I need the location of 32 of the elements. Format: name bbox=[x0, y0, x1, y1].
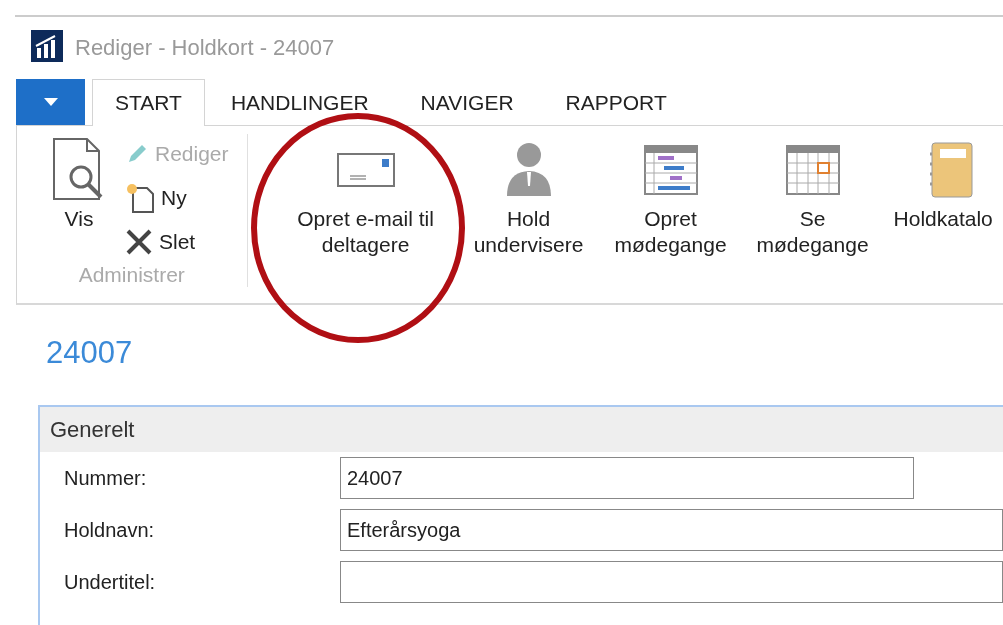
ribbon-button[interactable]: Hold undervisere bbox=[463, 134, 594, 287]
input-field[interactable]: 24007 bbox=[340, 457, 914, 499]
envelope-icon bbox=[335, 150, 396, 190]
page-heading: 24007 bbox=[46, 335, 134, 372]
ribbon-tab[interactable]: RAPPORT bbox=[539, 79, 693, 125]
ribbon-button[interactable]: Se mødegange bbox=[747, 134, 878, 287]
ribbon-button[interactable]: Ny bbox=[125, 178, 229, 218]
ribbon-button[interactable]: Slet bbox=[125, 222, 229, 262]
gantt-chart-icon bbox=[643, 145, 698, 195]
section-header[interactable]: Generelt bbox=[40, 407, 1003, 452]
field-label: Undertitel: bbox=[64, 570, 157, 594]
ribbon-button[interactable]: Holdkatalo bbox=[877, 134, 1003, 287]
input-field[interactable]: Efterårsyoga bbox=[340, 509, 1003, 551]
group-label: Administrer bbox=[77, 263, 186, 287]
ribbon-button[interactable]: Opret e-mail til deltagere bbox=[267, 134, 464, 287]
ribbon-tab[interactable]: START bbox=[92, 79, 205, 126]
notebook-icon bbox=[927, 142, 974, 198]
app-logo-icon bbox=[31, 30, 63, 62]
section-title: Generelt bbox=[50, 416, 135, 443]
ribbon-tab[interactable]: NAVIGER bbox=[394, 79, 540, 125]
ribbon-tab[interactable]: HANDLINGER bbox=[204, 79, 395, 125]
person-icon bbox=[504, 142, 553, 198]
calendar-icon bbox=[785, 145, 840, 195]
window-title: Rediger - Holdkort - 24007 bbox=[75, 35, 335, 61]
ribbon-button[interactable]: Opret mødegange bbox=[593, 134, 748, 287]
input-field[interactable] bbox=[340, 561, 1003, 603]
field-label: Holdnavn: bbox=[64, 518, 156, 542]
new-document-icon bbox=[125, 182, 155, 214]
ribbon-button[interactable]: Vis bbox=[17, 134, 117, 263]
field-label: Nummer: bbox=[64, 466, 148, 490]
delete-icon bbox=[125, 228, 153, 256]
caret-icon bbox=[43, 98, 58, 106]
